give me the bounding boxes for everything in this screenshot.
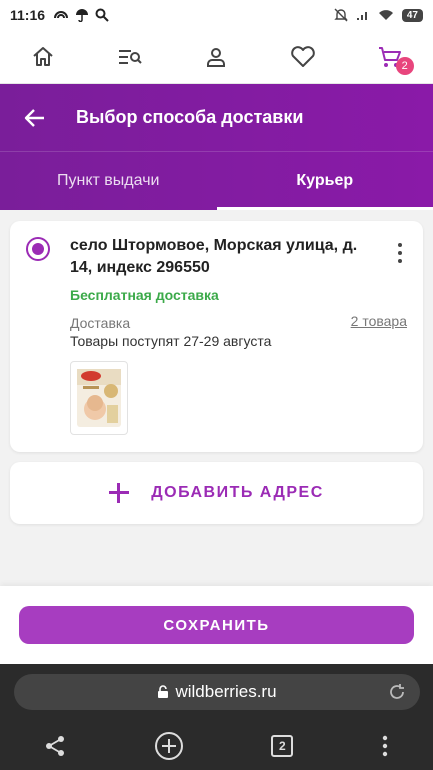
browser-toolbar: wildberries.ru 2 (0, 664, 433, 770)
mute-bell-icon (334, 8, 348, 22)
status-right-icons: 47 (334, 8, 423, 22)
free-delivery-label: Бесплатная доставка (70, 287, 219, 303)
status-left-icons (53, 8, 109, 22)
url-bar[interactable]: wildberries.ru (14, 674, 420, 710)
tabs-count-icon[interactable]: 2 (271, 735, 294, 757)
url-text: wildberries.ru (175, 682, 277, 701)
wifi-icon (378, 10, 393, 20)
browser-nav: 2 (0, 722, 433, 770)
browser-menu-icon[interactable] (381, 735, 389, 757)
catalog-search-icon[interactable] (110, 37, 150, 77)
reload-icon[interactable] (388, 683, 406, 701)
signal-icon (356, 12, 367, 20)
address-text: село Штормовое, Морская улица, д. 14, ин… (70, 237, 358, 276)
umbrella-icon (76, 9, 89, 22)
top-nav: 2 (0, 30, 433, 84)
arrival-dates: Товары поступят 27-29 августа (70, 333, 272, 349)
delivery-tabs: Пункт выдачи Курьер (0, 152, 433, 210)
address-radio[interactable] (26, 237, 50, 261)
search-status-icon (95, 8, 109, 22)
home-icon[interactable] (23, 37, 63, 77)
tab-courier[interactable]: Курьер (216, 152, 433, 210)
tab-pickup-point[interactable]: Пункт выдачи (0, 152, 217, 210)
page-title: Выбор способа доставки (76, 107, 304, 127)
header-title-row: Выбор способа доставки (0, 84, 433, 152)
header: Выбор способа доставки Пункт выдачи Курь… (0, 84, 433, 210)
new-tab-plus-icon[interactable] (154, 731, 184, 761)
more-options-icon[interactable] (393, 241, 407, 265)
lock-icon (158, 685, 169, 698)
cart-count-badge: 2 (395, 56, 414, 75)
product-thumbnail[interactable] (70, 361, 128, 435)
radio-selected-dot (32, 243, 44, 255)
diaper-pack-image (77, 369, 121, 427)
status-time: 11:16 (10, 7, 46, 23)
rainbow-icon (54, 11, 69, 19)
save-area: СОХРАНИТЬ (0, 586, 433, 664)
back-arrow-icon[interactable] (20, 103, 50, 133)
delivery-label: Доставка (70, 315, 131, 331)
cart-icon[interactable]: 2 (370, 37, 414, 77)
goods-count-link[interactable]: 2 товара (351, 313, 407, 329)
add-address-label: ДОБАВИТЬ АДРЕС (151, 484, 324, 501)
add-address-button[interactable]: ДОБАВИТЬ АДРЕС (10, 462, 423, 524)
battery-indicator: 47 (401, 8, 423, 22)
share-icon[interactable] (44, 735, 66, 757)
profile-icon[interactable] (196, 37, 236, 77)
plus-icon (109, 483, 130, 503)
address-card[interactable]: село Штормовое, Морская улица, д. 14, ин… (10, 221, 423, 452)
favorites-heart-icon[interactable] (283, 37, 323, 77)
save-button[interactable]: СОХРАНИТЬ (19, 606, 414, 644)
status-bar: 11:16 47 (0, 0, 433, 30)
